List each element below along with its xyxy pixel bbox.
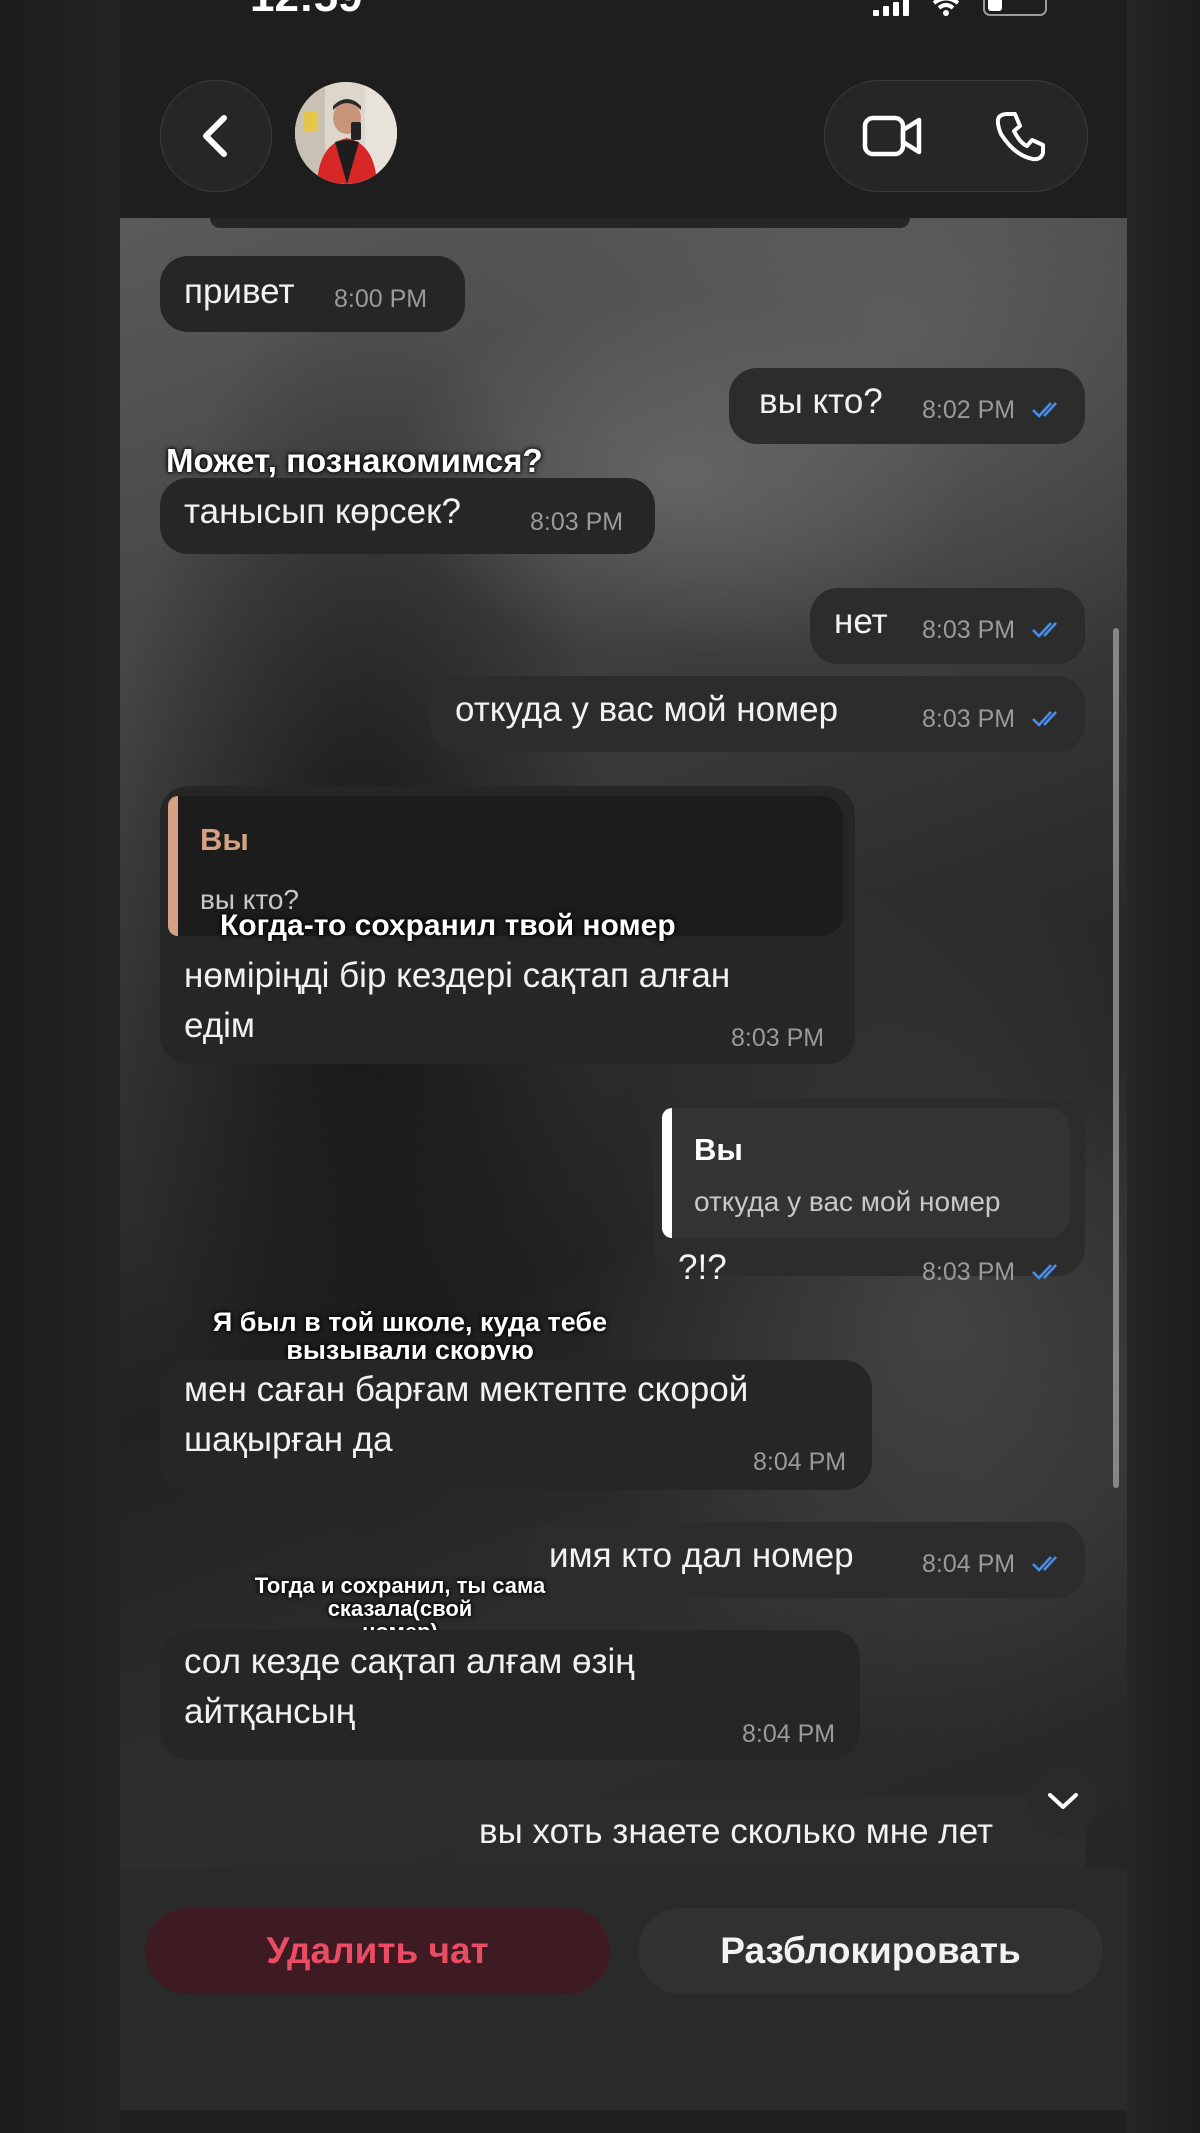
message-text: вы хоть знаете сколько мне лет: [479, 1812, 994, 1851]
message-time: 8:03 PM: [922, 1258, 1016, 1286]
clipped-message-edge: [210, 218, 910, 228]
scroll-down-button[interactable]: [1028, 1766, 1098, 1836]
delete-chat-button[interactable]: Удалить чат: [145, 1908, 610, 1994]
quote-author: Вы: [694, 1132, 743, 1167]
status-icons: [873, 0, 1047, 20]
message-text: нет: [834, 602, 888, 641]
message-text: вы кто?: [759, 382, 883, 421]
message-time: 8:04 PM: [742, 1720, 836, 1748]
message-time: 8:03 PM: [530, 508, 624, 536]
quote-author: Вы: [200, 822, 249, 857]
signal-icon: [873, 0, 909, 16]
phone-screen: 12:59: [120, 0, 1127, 2110]
message-text-line2: едім: [184, 1006, 255, 1045]
read-ticks-icon: [1032, 622, 1057, 638]
message-time: 8:03 PM: [731, 1024, 825, 1052]
read-ticks-icon: [1032, 1556, 1057, 1572]
translation-caption: Может, познакомимся?: [166, 442, 543, 479]
battery-icon: [983, 0, 1047, 16]
right-backdrop: [1125, 0, 1200, 2133]
video-camera-icon[interactable]: [861, 108, 925, 164]
message-in[interactable]: мен саған барғам мектепте скорой шақырға…: [160, 1360, 872, 1490]
message-text-line1: мен саған барғам мектепте скорой: [184, 1370, 749, 1409]
message-text: танысып көрсек?: [184, 492, 461, 531]
reply-quote[interactable]: Вы откуда у вас мой номер: [662, 1108, 1070, 1238]
chevron-left-icon: [203, 115, 227, 157]
translation-caption: Когда-то сохранил твой номер: [220, 909, 676, 942]
wifi-icon: [932, 0, 960, 16]
quote-text: откуда у вас мой номер: [694, 1186, 1001, 1217]
message-out-reply[interactable]: Вы откуда у вас мой номер ?!? 8:03 PM: [654, 1098, 1085, 1287]
back-button[interactable]: [160, 80, 272, 192]
phone-icon[interactable]: [993, 108, 1049, 164]
message-in[interactable]: танысып көрсек? 8:03 PM: [160, 478, 655, 554]
message-time: 8:04 PM: [922, 1550, 1016, 1578]
message-text-line2: шақырған да: [184, 1420, 393, 1459]
quote-bar: [168, 796, 178, 936]
read-ticks-icon: [1032, 402, 1057, 418]
contact-avatar[interactable]: [295, 82, 397, 184]
translation-caption: Я был в той школе, куда тебе вызывали ск…: [160, 1308, 660, 1365]
read-ticks-icon: [1032, 711, 1057, 727]
left-backdrop: [0, 0, 120, 2133]
avatar-photo: [295, 82, 397, 184]
message-out[interactable]: вы кто? 8:02 PM: [729, 368, 1085, 444]
message-out[interactable]: нет 8:03 PM: [810, 588, 1085, 664]
message-text: имя кто дал номер: [549, 1536, 854, 1575]
unblock-button[interactable]: Разблокировать: [638, 1908, 1103, 1994]
message-in[interactable]: привет 8:00 PM: [160, 256, 465, 332]
message-text-line1: сол кезде сақтап алғам өзің: [184, 1642, 635, 1681]
call-actions: [824, 80, 1088, 192]
message-out[interactable]: имя кто дал номер 8:04 PM: [527, 1522, 1085, 1598]
message-text: откуда у вас мой номер: [455, 690, 839, 729]
message-time: 8:03 PM: [922, 705, 1016, 733]
message-time: 8:00 PM: [334, 285, 428, 313]
message-text: ?!?: [678, 1248, 727, 1287]
message-time: 8:04 PM: [753, 1448, 847, 1476]
message-time: 8:02 PM: [922, 396, 1016, 424]
caption-line: Я был в той школе, куда тебе: [212, 1307, 608, 1337]
message-out[interactable]: вы хоть знаете сколько мне лет: [455, 1794, 1085, 1870]
message-in[interactable]: сол кезде сақтап алғам өзің айтқансың 8:…: [160, 1630, 860, 1760]
message-text: привет: [184, 272, 295, 311]
read-ticks-icon: [1032, 1264, 1057, 1280]
caption-line: Тогда и сохранил, ты сама сказала(свой: [254, 1573, 546, 1622]
status-time: 12:59: [250, 0, 363, 22]
message-out[interactable]: откуда у вас мой номер 8:03 PM: [430, 676, 1085, 752]
blocked-actions-bar: Удалить чат Разблокировать: [120, 1870, 1127, 2110]
scrollbar[interactable]: [1113, 628, 1119, 1488]
message-text-line2: айтқансың: [184, 1692, 356, 1731]
chat-header: 12:59: [120, 0, 1127, 218]
message-text-line1: нөміріңді бір кездері сақтап алған: [184, 956, 731, 995]
message-time: 8:03 PM: [922, 616, 1016, 644]
chevron-down-icon: [1048, 1793, 1078, 1809]
chat-area[interactable]: привет 8:00 PM вы кто? 8:02 PM Может, по…: [120, 218, 1127, 1870]
quote-bar: [662, 1108, 672, 1238]
